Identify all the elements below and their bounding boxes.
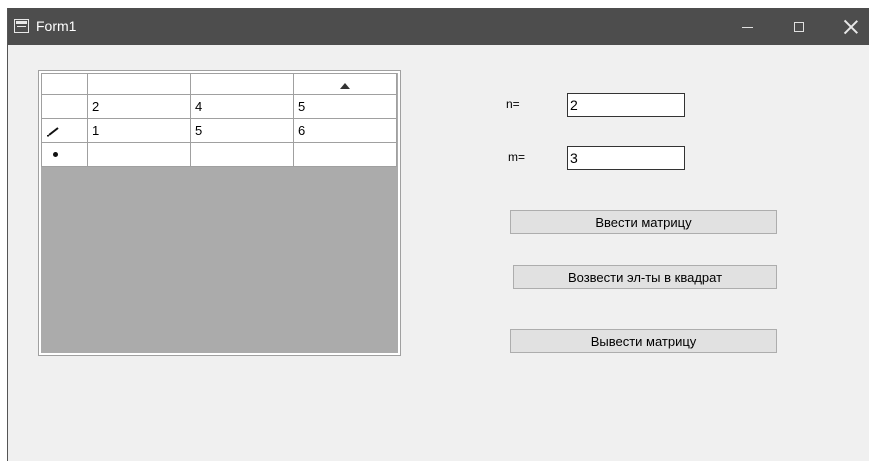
maximize-icon (794, 21, 804, 32)
grid-cell[interactable]: 6 (293, 118, 397, 143)
grid-cell[interactable] (190, 142, 294, 167)
column-header-1[interactable] (87, 73, 191, 95)
row-header[interactable] (41, 142, 88, 167)
grid-header-row (41, 73, 397, 95)
table-row[interactable]: 2 4 5 (41, 94, 397, 119)
column-header-2[interactable] (190, 73, 294, 95)
grid-cell[interactable]: 5 (293, 94, 397, 119)
column-header-3[interactable] (293, 73, 397, 95)
grid-cell[interactable]: 1 (87, 118, 191, 143)
n-label: n= (506, 97, 520, 111)
minimize-icon (741, 27, 753, 28)
output-matrix-button[interactable]: Вывести матрицу (510, 329, 777, 353)
close-button[interactable] (828, 8, 869, 45)
table-row[interactable]: 1 5 6 (41, 118, 397, 143)
row-header[interactable] (41, 94, 88, 119)
minimize-button[interactable] (724, 8, 770, 45)
grid-cell[interactable]: 5 (190, 118, 294, 143)
grid-cell[interactable] (87, 142, 191, 167)
grid-corner-header[interactable] (41, 73, 88, 95)
title-bar[interactable]: Form1 (8, 8, 869, 45)
grid-cell[interactable]: 2 (87, 94, 191, 119)
grid-cell[interactable] (293, 142, 397, 167)
n-input[interactable]: 2 (567, 93, 685, 117)
square-elements-button[interactable]: Возвести эл-ты в квадрат (513, 265, 777, 289)
form-window: Form1 2 4 5 1 5 6 n= 2 m= 3 Ввести матри… (7, 8, 869, 461)
table-row-new[interactable] (41, 142, 397, 167)
grid-table: 2 4 5 1 5 6 (41, 73, 397, 167)
row-header[interactable] (41, 118, 88, 143)
matrix-datagrid[interactable]: 2 4 5 1 5 6 (38, 70, 401, 356)
m-label: m= (508, 150, 526, 164)
maximize-button[interactable] (776, 8, 822, 45)
m-input[interactable]: 3 (567, 146, 685, 170)
form-app-icon (14, 19, 29, 33)
window-title: Form1 (36, 18, 77, 34)
input-matrix-button[interactable]: Ввести матрицу (510, 210, 777, 234)
pencil-icon (47, 127, 59, 137)
new-row-icon (53, 152, 58, 157)
grid-cell[interactable]: 4 (190, 94, 294, 119)
sort-ascending-icon (340, 82, 350, 89)
close-icon (844, 20, 858, 34)
